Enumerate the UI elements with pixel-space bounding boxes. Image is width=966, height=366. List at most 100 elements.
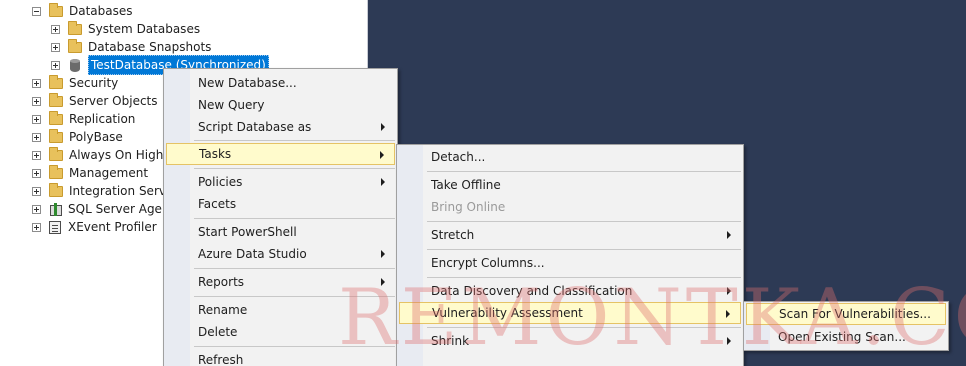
tree-node-label: Management <box>69 166 149 180</box>
menu-separator <box>194 168 395 169</box>
submenu-arrow-icon <box>727 337 731 345</box>
tree-node-system-databases[interactable]: System Databases <box>51 20 200 38</box>
menu-item-label: Rename <box>198 303 248 317</box>
expand-icon[interactable] <box>51 24 60 34</box>
xevent-profiler-icon <box>49 220 61 234</box>
menu-item-label: Scan For Vulnerabilities... <box>779 307 931 321</box>
menu-item-label: Encrypt Columns... <box>431 256 545 270</box>
submenu-arrow-icon <box>381 178 385 186</box>
tree-node-label: SQL Server Agent <box>68 202 175 216</box>
tree-node-xevent-profiler[interactable]: XEvent Profiler <box>32 218 157 236</box>
menu-item-script-database-as[interactable]: Script Database as <box>166 116 395 138</box>
expand-icon[interactable] <box>32 132 41 142</box>
expand-icon[interactable] <box>32 150 41 160</box>
menu-item-label: Script Database as <box>198 120 312 134</box>
submenu-arrow-icon <box>726 310 730 318</box>
folder-icon <box>68 38 82 53</box>
tree-node-integration-services[interactable]: Integration Service <box>32 182 183 200</box>
menu-item-label: New Query <box>198 98 265 112</box>
expand-icon[interactable] <box>32 186 41 196</box>
tree-node-label: Databases <box>69 4 133 18</box>
menu-item-vulnerability-assessment[interactable]: Vulnerability Assessment <box>399 302 741 324</box>
folder-icon <box>49 146 63 161</box>
menu-item-data-discovery-classification[interactable]: Data Discovery and Classification <box>399 280 741 302</box>
folder-icon <box>49 182 63 197</box>
expand-icon[interactable] <box>32 96 41 106</box>
menu-separator <box>194 346 395 347</box>
submenu-arrow-icon <box>727 231 731 239</box>
menu-item-shrink[interactable]: Shrink <box>399 330 741 352</box>
menu-separator <box>194 296 395 297</box>
collapse-icon[interactable] <box>32 6 41 16</box>
folder-icon <box>68 20 82 35</box>
folder-icon <box>49 110 63 125</box>
expand-icon[interactable] <box>32 168 41 178</box>
tree-node-label: Database Snapshots <box>88 40 212 54</box>
menu-item-label: Bring Online <box>431 200 506 214</box>
menu-item-detach[interactable]: Detach... <box>399 146 741 168</box>
menu-item-label: Policies <box>198 175 243 189</box>
menu-item-label: Azure Data Studio <box>198 247 307 261</box>
menu-separator <box>194 140 395 141</box>
submenu-arrow-icon <box>380 151 384 159</box>
menu-separator <box>427 171 741 172</box>
menu-item-start-powershell[interactable]: Start PowerShell <box>166 221 395 243</box>
expand-icon[interactable] <box>32 222 41 232</box>
menu-separator <box>427 249 741 250</box>
menu-item-new-query[interactable]: New Query <box>166 94 395 116</box>
menu-item-policies[interactable]: Policies <box>166 171 395 193</box>
menu-item-facets[interactable]: Facets <box>166 193 395 215</box>
menu-item-take-offline[interactable]: Take Offline <box>399 174 741 196</box>
menu-item-open-existing-scan[interactable]: Open Existing Scan... <box>746 326 946 348</box>
menu-item-label: Vulnerability Assessment <box>432 306 583 320</box>
expand-icon[interactable] <box>32 204 41 214</box>
tree-node-polybase[interactable]: PolyBase <box>32 128 123 146</box>
menu-separator <box>194 268 395 269</box>
menu-item-label: Tasks <box>199 147 232 161</box>
database-icon <box>70 58 80 72</box>
menu-separator <box>427 327 741 328</box>
menu-item-label: Facets <box>198 197 237 211</box>
submenu-arrow-icon <box>381 250 385 258</box>
sql-agent-icon <box>49 202 62 216</box>
folder-icon <box>49 128 63 143</box>
menu-item-stretch[interactable]: Stretch <box>399 224 741 246</box>
tree-node-label: PolyBase <box>69 130 123 144</box>
tree-node-server-objects[interactable]: Server Objects <box>32 92 158 110</box>
submenu-arrow-icon <box>381 278 385 286</box>
tasks-submenu: Detach... Take Offline Bring Online Stre… <box>396 144 744 366</box>
menu-separator <box>427 221 741 222</box>
menu-separator <box>194 218 395 219</box>
tree-node-always-on[interactable]: Always On High A <box>32 146 175 164</box>
menu-item-label: Stretch <box>431 228 475 242</box>
menu-item-delete[interactable]: Delete <box>166 321 395 343</box>
menu-item-label: Open Existing Scan... <box>778 330 906 344</box>
tree-node-label: Always On High A <box>69 148 176 162</box>
tree-node-security[interactable]: Security <box>32 74 118 92</box>
menu-item-reports[interactable]: Reports <box>166 271 395 293</box>
tree-node-databases[interactable]: Databases <box>32 2 133 20</box>
menu-item-bring-online: Bring Online <box>399 196 741 218</box>
tree-node-database-snapshots[interactable]: Database Snapshots <box>51 38 211 56</box>
menu-item-rename[interactable]: Rename <box>166 299 395 321</box>
menu-item-new-database[interactable]: New Database... <box>166 72 395 94</box>
tree-node-sql-server-agent[interactable]: SQL Server Agent <box>32 200 174 218</box>
menu-item-label: Refresh <box>198 353 244 366</box>
expand-icon[interactable] <box>51 42 60 52</box>
menu-item-label: Reports <box>198 275 245 289</box>
menu-item-scan-for-vulnerabilities[interactable]: Scan For Vulnerabilities... <box>746 303 946 325</box>
expand-icon[interactable] <box>32 114 41 124</box>
tree-node-label: XEvent Profiler <box>68 220 157 234</box>
menu-item-azure-data-studio[interactable]: Azure Data Studio <box>166 243 395 265</box>
menu-item-label: Start PowerShell <box>198 225 297 239</box>
menu-item-label: Detach... <box>431 150 486 164</box>
menu-item-refresh[interactable]: Refresh <box>166 349 395 366</box>
tree-node-label: Security <box>69 76 119 90</box>
tree-node-management[interactable]: Management <box>32 164 148 182</box>
tree-node-replication[interactable]: Replication <box>32 110 135 128</box>
menu-item-tasks[interactable]: Tasks <box>166 143 395 165</box>
expand-icon[interactable] <box>51 60 60 70</box>
expand-icon[interactable] <box>32 78 41 88</box>
menu-item-encrypt-columns[interactable]: Encrypt Columns... <box>399 252 741 274</box>
submenu-arrow-icon <box>381 123 385 131</box>
